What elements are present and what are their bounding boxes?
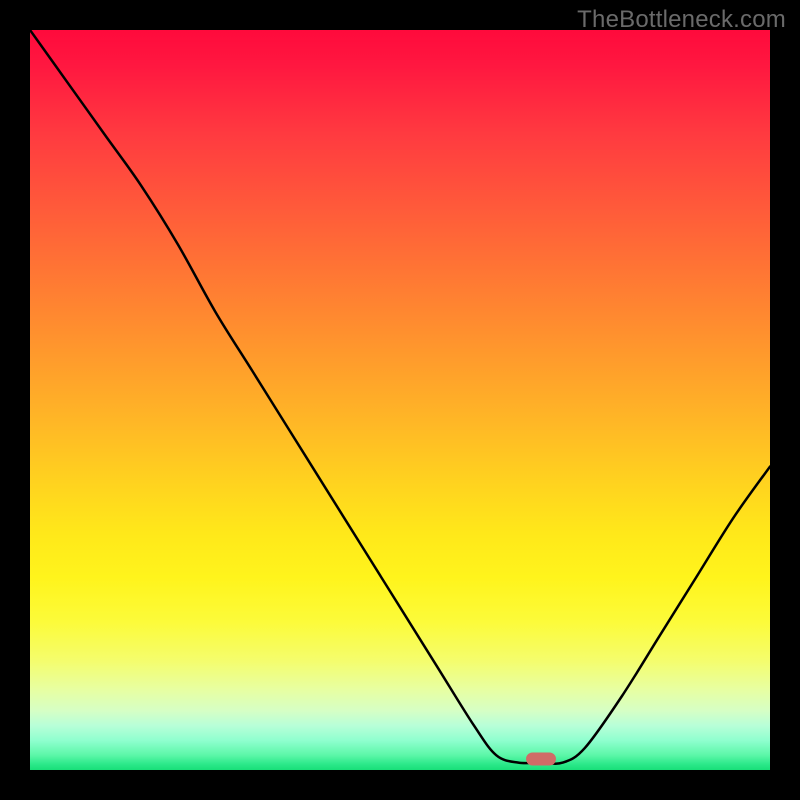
watermark: TheBottleneck.com: [577, 6, 786, 34]
bottleneck-curve: [30, 30, 770, 770]
optimal-marker: [526, 752, 556, 765]
plot-area: [30, 30, 770, 770]
chart-root: TheBottleneck.com: [0, 0, 800, 800]
